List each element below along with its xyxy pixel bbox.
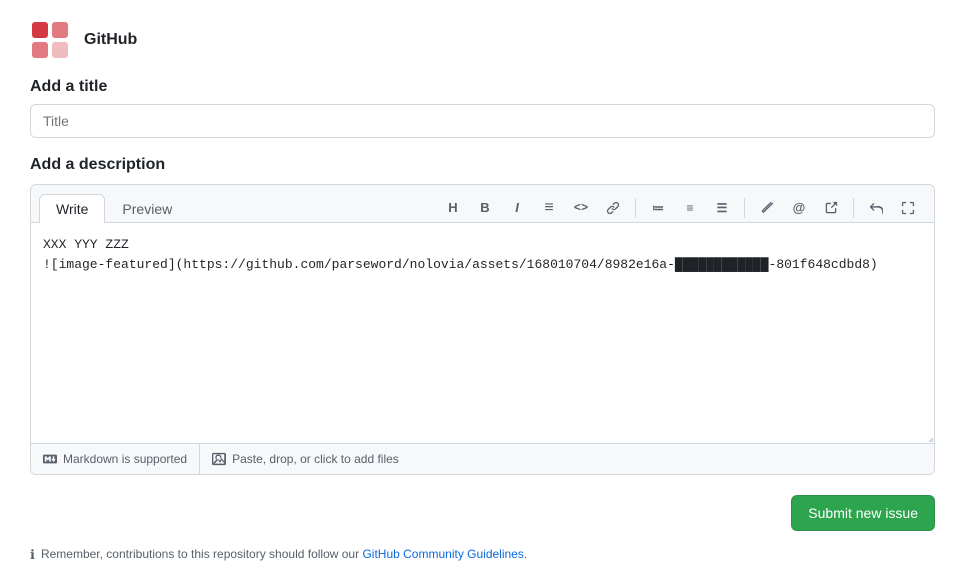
tab-preview[interactable]: Preview <box>105 194 189 223</box>
toolbar-ordered-list-btn[interactable]: ≔ <box>644 194 672 222</box>
toolbar-undo-btn[interactable] <box>862 194 890 222</box>
markdown-support-label: Markdown is supported <box>31 444 200 474</box>
file-upload-label[interactable]: Paste, drop, or click to add files <box>200 444 411 474</box>
editor-body: XXX YYY ZZZ ![image-featured](https://gi… <box>31 223 934 443</box>
toolbar-fullscreen-btn[interactable] <box>894 194 922 222</box>
toolbar-quote-btn[interactable]: ≡ <box>535 194 563 222</box>
toolbar-bold-btn[interactable]: B <box>471 194 499 222</box>
toolbar-reference-btn[interactable] <box>817 194 845 222</box>
submit-new-issue-button[interactable]: Submit new issue <box>791 495 935 531</box>
toolbar-divider-3 <box>853 198 854 218</box>
description-textarea[interactable]: XXX YYY ZZZ ![image-featured](https://gi… <box>31 223 934 443</box>
image-icon <box>212 452 226 466</box>
title-section: Add a title <box>30 78 935 138</box>
title-section-label: Add a title <box>30 78 935 96</box>
footer-note-text: Remember, contributions to this reposito… <box>41 547 527 561</box>
file-text: Paste, drop, or click to add files <box>232 452 399 466</box>
info-icon: ℹ <box>30 547 35 563</box>
toolbar-italic-btn[interactable]: I <box>503 194 531 222</box>
github-logo <box>30 20 70 60</box>
resize-handle[interactable] <box>922 431 934 443</box>
markdown-text: Markdown is supported <box>63 452 187 466</box>
tab-write[interactable]: Write <box>39 194 105 223</box>
editor-tabs-row: Write Preview H B I ≡ <> ≔ ≡ ☰ @ <box>31 185 934 223</box>
toolbar-divider-2 <box>744 198 745 218</box>
description-section: Add a description Write Preview H B I ≡ … <box>30 156 935 475</box>
title-input[interactable] <box>30 104 935 138</box>
toolbar-code-btn[interactable]: <> <box>567 194 595 222</box>
toolbar-heading-btn[interactable]: H <box>439 194 467 222</box>
page-title: GitHub <box>84 31 137 49</box>
editor-toolbar: H B I ≡ <> ≔ ≡ ☰ @ <box>439 194 926 222</box>
editor-footer: Markdown is supported Paste, drop, or cl… <box>31 443 934 474</box>
community-guidelines-link[interactable]: GitHub Community Guidelines <box>362 547 523 561</box>
toolbar-link-btn[interactable] <box>599 194 627 222</box>
description-section-label: Add a description <box>30 156 935 174</box>
toolbar-tasklist-btn[interactable]: ☰ <box>708 194 736 222</box>
page-header: GitHub <box>30 20 935 60</box>
toolbar-unordered-list-btn[interactable]: ≡ <box>676 194 704 222</box>
toolbar-divider-1 <box>635 198 636 218</box>
footer-note: ℹ Remember, contributions to this reposi… <box>30 547 935 563</box>
editor-container: Write Preview H B I ≡ <> ≔ ≡ ☰ @ <box>30 184 935 475</box>
toolbar-mention-btn[interactable]: @ <box>785 194 813 222</box>
submit-row: Submit new issue <box>30 495 935 531</box>
toolbar-attach-btn[interactable] <box>753 194 781 222</box>
markdown-icon <box>43 452 57 466</box>
